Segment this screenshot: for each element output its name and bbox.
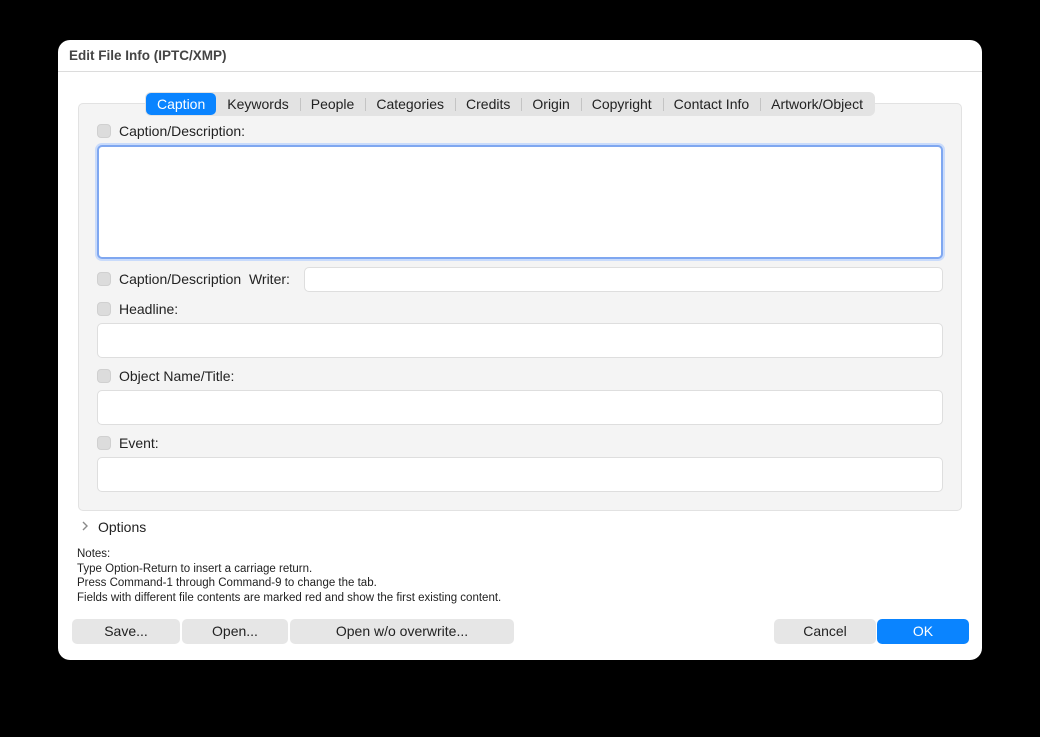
headline-label: Headline: bbox=[119, 301, 179, 317]
options-disclosure[interactable]: Options bbox=[78, 519, 146, 535]
notes-heading: Notes: bbox=[77, 548, 111, 560]
save-button[interactable]: Save... bbox=[72, 619, 180, 644]
window-title: Edit File Info (IPTC/XMP) bbox=[58, 40, 982, 72]
ok-button[interactable]: OK bbox=[877, 619, 969, 644]
tab-people[interactable]: People bbox=[299, 93, 366, 115]
object-name-field[interactable] bbox=[97, 390, 943, 425]
notes-line: Type Option-Return to insert a carriage … bbox=[77, 562, 313, 575]
event-label: Event: bbox=[119, 435, 159, 451]
notes-line: Press Command-1 through Command-9 to cha… bbox=[77, 577, 377, 589]
writer-field[interactable] bbox=[304, 267, 943, 292]
open-without-overwrite-button[interactable]: Open w/o overwrite... bbox=[290, 619, 514, 644]
notes-line: Fields with different file contents are … bbox=[77, 591, 502, 604]
writer-checkbox[interactable] bbox=[97, 272, 111, 286]
headline-field[interactable] bbox=[97, 323, 943, 358]
event-row: Event: bbox=[97, 435, 159, 451]
caption-row: Caption/Description: bbox=[97, 123, 245, 139]
tab-bar: Caption Keywords People Categories Credi… bbox=[145, 92, 875, 116]
caption-checkbox[interactable] bbox=[97, 124, 111, 138]
cancel-button[interactable]: Cancel bbox=[774, 619, 876, 644]
options-label: Options bbox=[98, 519, 147, 535]
chevron-right-icon bbox=[78, 520, 92, 534]
event-checkbox[interactable] bbox=[97, 436, 111, 450]
open-button[interactable]: Open... bbox=[182, 619, 288, 644]
edit-file-info-dialog: Edit File Info (IPTC/XMP) Caption Keywor… bbox=[58, 40, 982, 660]
headline-checkbox[interactable] bbox=[97, 302, 111, 316]
tab-copyright[interactable]: Copyright bbox=[580, 93, 663, 115]
event-field[interactable] bbox=[97, 457, 943, 492]
tab-origin[interactable]: Origin bbox=[521, 93, 580, 115]
headline-row: Headline: bbox=[97, 301, 178, 317]
object-name-checkbox[interactable] bbox=[97, 369, 111, 383]
object-name-row: Object Name/Title: bbox=[97, 368, 234, 384]
tab-artwork-object[interactable]: Artwork/Object bbox=[760, 93, 874, 115]
tab-contact-info[interactable]: Contact Info bbox=[662, 93, 761, 115]
object-name-label: Object Name/Title: bbox=[119, 368, 235, 384]
caption-label: Caption/Description: bbox=[119, 123, 246, 139]
tab-keywords[interactable]: Keywords bbox=[216, 93, 299, 115]
caption-textarea[interactable] bbox=[97, 145, 943, 259]
notes-section: Notes: Type Option-Return to insert a ca… bbox=[77, 547, 501, 605]
writer-label: Caption/Description Writer: bbox=[119, 271, 290, 287]
tab-credits[interactable]: Credits bbox=[455, 93, 521, 115]
writer-row: Caption/Description Writer: bbox=[97, 271, 290, 287]
tab-categories[interactable]: Categories bbox=[365, 93, 455, 115]
tab-caption[interactable]: Caption bbox=[146, 93, 217, 115]
